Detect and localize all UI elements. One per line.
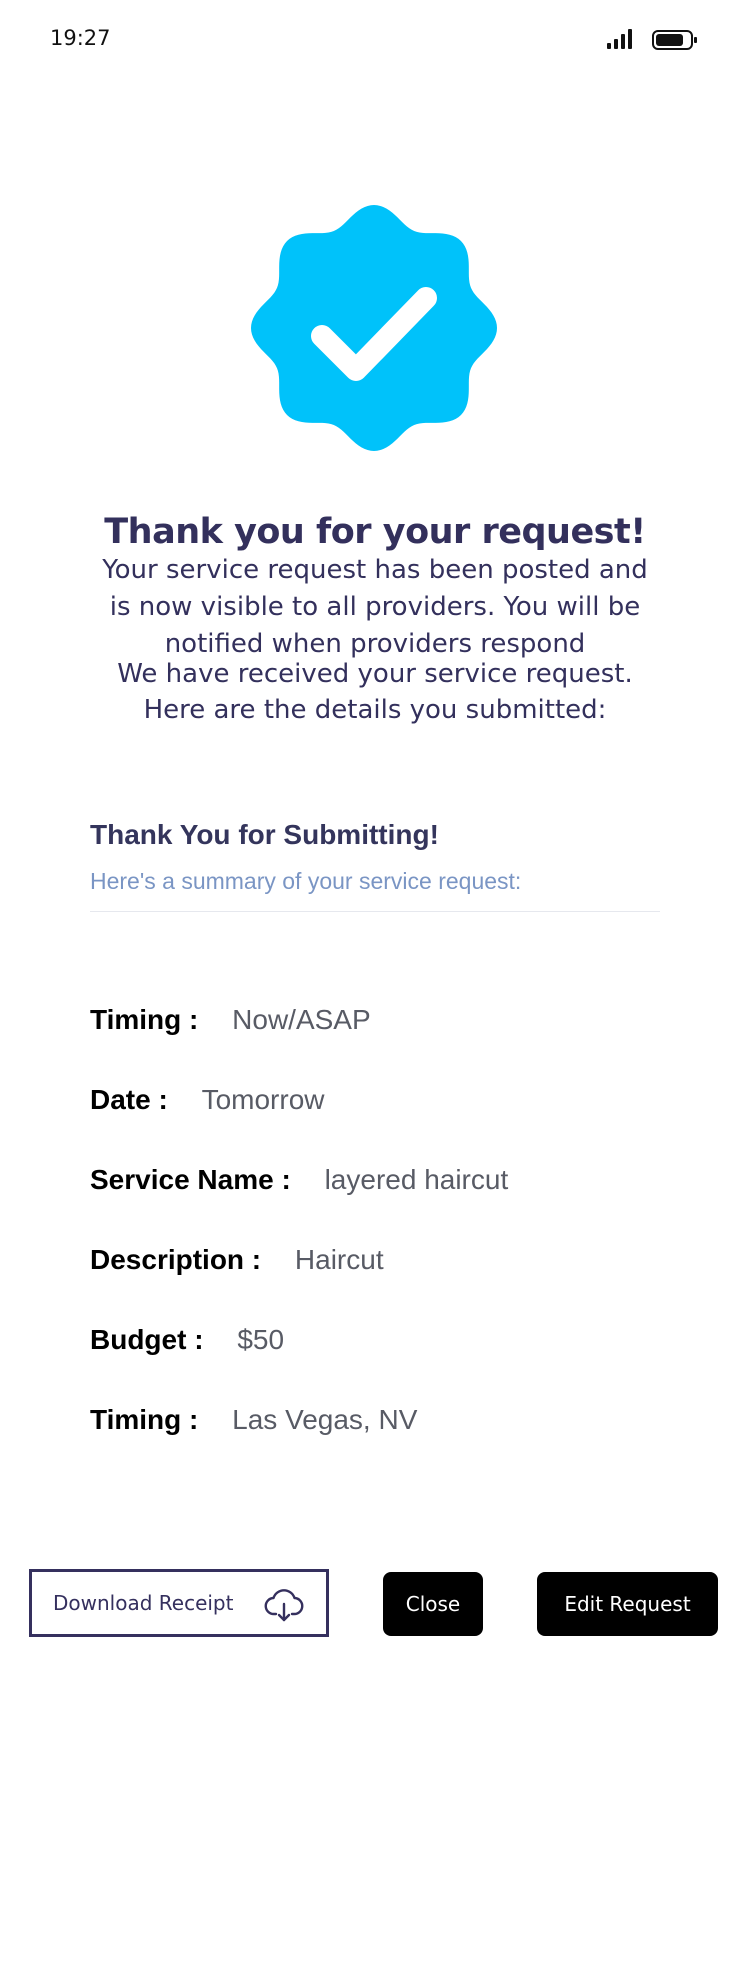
detail-row-date: Date : Tomorrow xyxy=(90,1084,325,1116)
detail-value: Now/ASAP xyxy=(232,1004,371,1035)
detail-value: $50 xyxy=(237,1324,285,1355)
download-receipt-button[interactable]: Download Receipt xyxy=(29,1569,329,1637)
page-title: Thank you for your request! xyxy=(104,512,646,552)
summary-divider xyxy=(90,911,660,912)
detail-label: Budget : xyxy=(90,1324,204,1355)
detail-value: Las Vegas, NV xyxy=(232,1404,418,1435)
intro-message: Your service request has been posted and… xyxy=(102,555,648,659)
detail-value: Haircut xyxy=(294,1244,384,1275)
verified-check-icon xyxy=(251,205,497,451)
summary-title: Thank You for Submitting! xyxy=(90,819,439,850)
detail-label: Timing : xyxy=(90,1404,199,1435)
detail-row-budget: Budget : $50 xyxy=(90,1324,284,1356)
detail-value: layered haircut xyxy=(324,1164,509,1195)
detail-value: Tomorrow xyxy=(201,1084,325,1115)
signal-icon xyxy=(607,29,632,49)
edit-request-button[interactable]: Edit Request xyxy=(537,1572,718,1636)
status-bar: 19:27 xyxy=(0,0,750,80)
battery-icon xyxy=(652,30,697,50)
detail-row-timing: Timing : Now/ASAP xyxy=(90,1004,371,1036)
cloud-download-icon xyxy=(264,1589,304,1622)
download-receipt-label: Download Receipt xyxy=(53,1591,234,1615)
detail-row-service-name: Service Name : layered haircut xyxy=(90,1164,508,1196)
detail-row-location: Timing : Las Vegas, NV xyxy=(90,1404,417,1436)
detail-label: Timing : xyxy=(90,1004,199,1035)
close-button[interactable]: Close xyxy=(383,1572,483,1636)
detail-label: Date : xyxy=(90,1084,168,1115)
detail-label: Description : xyxy=(90,1244,262,1275)
detail-label: Service Name : xyxy=(90,1164,291,1195)
summary-subtitle: Here's a summary of your service request… xyxy=(90,868,522,894)
status-time: 19:27 xyxy=(50,26,111,50)
detail-row-description: Description : Haircut xyxy=(90,1244,384,1276)
details-intro-message: We have received your service request. H… xyxy=(117,659,633,725)
